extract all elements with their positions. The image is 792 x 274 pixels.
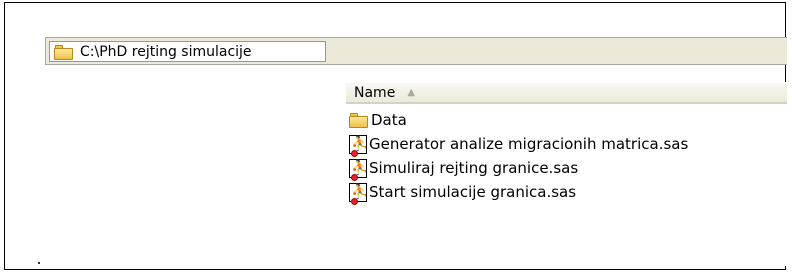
file-list: Name ▲ Data ⛹ Generator analize migracio…: [346, 82, 787, 266]
list-item-file[interactable]: ⛹ Simuliraj rejting granice.sas: [349, 156, 688, 181]
sort-ascending-icon: ▲: [407, 87, 416, 98]
list-item-label: Data: [371, 111, 407, 129]
address-field[interactable]: C:\PhD rejting simulacije: [49, 41, 326, 62]
sas-program-icon: ⛹: [349, 158, 368, 181]
address-bar: C:\PhD rejting simulacije: [45, 37, 787, 65]
folder-icon: [349, 112, 369, 128]
sas-program-icon: ⛹: [349, 182, 368, 205]
folder-icon: [54, 44, 74, 60]
explorer-window: C:\PhD rejting simulacije Name ▲ Data ⛹ …: [4, 2, 787, 270]
list-item-label: Start simulacije granica.sas: [369, 183, 577, 201]
sas-program-icon: ⛹: [349, 134, 368, 157]
column-header-name[interactable]: Name ▲: [346, 82, 787, 104]
list-item-label: Generator analize migracionih matrica.sa…: [369, 135, 689, 153]
list-item-file[interactable]: ⛹ Start simulacije granica.sas: [349, 180, 688, 205]
list-item-file[interactable]: ⛹ Generator analize migracionih matrica.…: [349, 132, 689, 157]
stray-dot: [38, 262, 40, 264]
address-path: C:\PhD rejting simulacije: [80, 43, 252, 60]
file-rows: Data ⛹ Generator analize migracionih mat…: [349, 108, 689, 205]
list-item-data-folder[interactable]: Data: [349, 108, 688, 132]
column-header-label: Name: [354, 84, 396, 101]
list-item-label: Simuliraj rejting granice.sas: [369, 159, 579, 177]
